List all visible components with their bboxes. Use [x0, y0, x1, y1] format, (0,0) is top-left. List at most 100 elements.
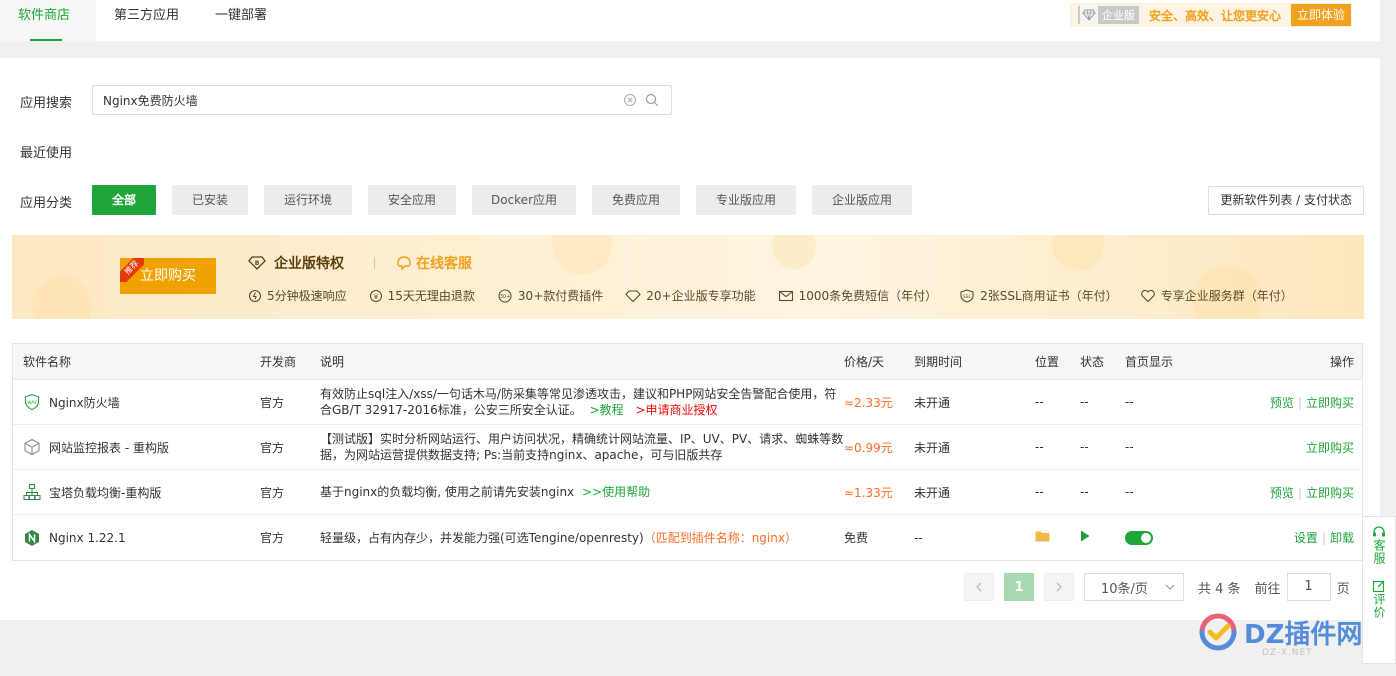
- table-row: 网站监控报表 - 重构版 官方 【测试版】实时分析网站运行、用户访问状况，精确统…: [13, 425, 1362, 470]
- header-position: 位置: [1035, 355, 1060, 369]
- customer-service-button[interactable]: 客服: [1363, 517, 1395, 565]
- operation-cell: 预览 | 立即购买: [1215, 484, 1362, 501]
- feature-label: 30+款付费插件: [517, 289, 604, 303]
- plugin-30-icon: 30+: [498, 288, 512, 303]
- watermark-logo-icon: [1199, 613, 1237, 651]
- promo-text: 安全、高效、让您更安心: [1148, 8, 1281, 23]
- category-docker[interactable]: Docker应用: [472, 185, 576, 215]
- buy-now-link[interactable]: 立即购买: [1306, 486, 1354, 500]
- home-display-toggle[interactable]: [1125, 530, 1153, 545]
- recommend-tag: 推荐: [120, 258, 144, 282]
- table-row: WAF Nginx防火墙 官方 有效防止sql注入/xss/一句话木马/防采集等…: [13, 380, 1362, 425]
- apply-license-link[interactable]: >申请商业授权: [635, 403, 717, 417]
- network-tree-icon: [23, 483, 41, 501]
- price-cell: ≈2.33元: [844, 395, 893, 410]
- feature-item: 20+企业版专享功能: [625, 287, 756, 304]
- header-price[interactable]: 价格/天: [844, 344, 914, 379]
- status-cell: --: [1080, 485, 1089, 499]
- category-free[interactable]: 免费应用: [592, 185, 680, 215]
- feature-label: 15天无理由退款: [387, 289, 475, 303]
- price-cell: ≈1.33元: [844, 485, 893, 500]
- header-status: 状态: [1080, 355, 1105, 369]
- diamond-icon: B: [248, 256, 266, 270]
- feature-label: 2张SSL商用证书（年付）: [980, 289, 1118, 303]
- ssl-icon: SSL: [960, 288, 974, 303]
- software-name[interactable]: Nginx防火墙: [49, 394, 120, 411]
- headset-icon: [1373, 526, 1385, 537]
- software-name[interactable]: Nginx 1.22.1: [49, 531, 126, 545]
- buy-now-link[interactable]: 立即购买: [1306, 441, 1354, 455]
- review-button[interactable]: 评价: [1363, 565, 1395, 619]
- feature-item: 5分钟极速响应: [248, 287, 347, 304]
- enterprise-banner: 立即购买 推荐 B 企业版特权 在线客服 5分钟极速响应 ¥ 15天无理由退款 …: [12, 235, 1364, 319]
- tab-one-click-deploy[interactable]: 一键部署: [197, 0, 285, 41]
- preview-link[interactable]: 预览: [1270, 396, 1294, 410]
- search-input[interactable]: [93, 86, 593, 114]
- software-name[interactable]: 宝塔负载均衡-重构版: [49, 484, 161, 501]
- search-icon[interactable]: [645, 93, 659, 110]
- expire-cell: 未开通: [914, 440, 951, 455]
- folder-icon[interactable]: [1035, 531, 1050, 545]
- category-pro[interactable]: 专业版应用: [696, 185, 796, 215]
- online-service-label: 在线客服: [416, 256, 472, 272]
- software-table: 软件名称 开发商 说明 价格/天 到期时间 位置 状态 首页显示 操作 WAF …: [12, 343, 1363, 561]
- tab-software-store[interactable]: 软件商店: [0, 0, 96, 41]
- tutorial-link[interactable]: >教程: [590, 403, 624, 417]
- header-operation: 操作: [1329, 355, 1354, 369]
- current-page[interactable]: 1: [1004, 573, 1034, 601]
- category-enterprise[interactable]: 企业版应用: [812, 185, 912, 215]
- operation-cell: 设置 | 卸载: [1215, 529, 1362, 546]
- clear-icon[interactable]: [623, 93, 637, 110]
- refresh-software-list-button[interactable]: 更新软件列表 / 支付状态: [1208, 186, 1364, 215]
- table-row: Nginx 1.22.1 官方 轻量级，占有内存少，并发能力强(可选Tengin…: [13, 515, 1362, 560]
- floating-sidebar: 客服 评价: [1362, 516, 1396, 664]
- category-installed[interactable]: 已安装: [172, 185, 248, 215]
- feature-label: 专享企业服务群（年付）: [1160, 289, 1293, 303]
- prev-page-button[interactable]: [964, 573, 994, 601]
- next-page-button[interactable]: [1044, 573, 1074, 601]
- online-service-link[interactable]: 在线客服: [396, 253, 472, 273]
- heart-service-icon: [1140, 289, 1155, 302]
- table-row: 宝塔负载均衡-重构版 官方 基于nginx的负载均衡, 使用之前请先安装ngin…: [13, 470, 1362, 515]
- software-name[interactable]: 网站监控报表 - 重构版: [49, 439, 169, 456]
- edit-icon: [1372, 580, 1385, 593]
- header-description: 说明: [320, 355, 345, 369]
- banner-decoration: [1052, 235, 1104, 271]
- category-all[interactable]: 全部: [92, 185, 156, 215]
- main-panel: 应用搜索 最近使用 应用分类 全部 已安装 运行环境 安全应用 Docker应用…: [0, 58, 1380, 620]
- help-link[interactable]: >>使用帮助: [582, 485, 650, 499]
- chat-icon: [397, 256, 411, 270]
- buy-now-link[interactable]: 立即购买: [1306, 396, 1354, 410]
- goto-page-input[interactable]: 1: [1286, 573, 1331, 601]
- op-separator: |: [1297, 485, 1302, 500]
- category-security[interactable]: 安全应用: [368, 185, 456, 215]
- position-cell: [1035, 530, 1080, 545]
- description-cell: 【测试版】实时分析网站运行、用户访问状况，精确统计网站流量、IP、UV、PV、请…: [320, 431, 844, 463]
- developer-cell: 官方: [260, 395, 285, 410]
- uninstall-link[interactable]: 卸载: [1330, 531, 1354, 545]
- home-cell: --: [1125, 485, 1134, 499]
- expire-cell: 未开通: [914, 395, 951, 410]
- preview-link[interactable]: 预览: [1270, 486, 1294, 500]
- developer-cell: 官方: [260, 531, 285, 545]
- home-cell: [1125, 530, 1215, 545]
- pagination: 1 10条/页 共 4 条 前往 1 页: [964, 573, 1350, 601]
- category-runtime[interactable]: 运行环境: [264, 185, 352, 215]
- enterprise-privilege-title: B 企业版特权: [248, 253, 344, 273]
- description-cell: 轻量级，占有内存少，并发能力强(可选Tengine/openresty)（匹配到…: [320, 530, 844, 546]
- play-icon[interactable]: [1080, 530, 1090, 545]
- recommend-tag-label: 推荐: [120, 258, 144, 282]
- tab-third-party[interactable]: 第三方应用: [96, 0, 197, 41]
- description-text: 【测试版】实时分析网站运行、用户访问状况，精确统计网站流量、IP、UV、PV、请…: [320, 432, 844, 462]
- price-cell: 免费: [844, 531, 869, 545]
- try-now-button[interactable]: 立即体验: [1290, 4, 1351, 26]
- status-cell: [1080, 530, 1125, 545]
- watermark-text: DZ插件网: [1244, 619, 1363, 650]
- page-size-select[interactable]: 10条/页: [1084, 573, 1184, 601]
- customer-service-label: 客服: [1372, 539, 1386, 565]
- cube-icon: [23, 438, 41, 456]
- chevron-down-icon: [1165, 584, 1175, 590]
- enterprise-promo-bar: 企业版 安全、高效、让您更安心 立即体验: [1069, 3, 1352, 27]
- top-tab-bar: 软件商店 第三方应用 一键部署 企业版 安全、高效、让您更安心 立即体验: [0, 0, 1380, 41]
- settings-link[interactable]: 设置: [1294, 531, 1318, 545]
